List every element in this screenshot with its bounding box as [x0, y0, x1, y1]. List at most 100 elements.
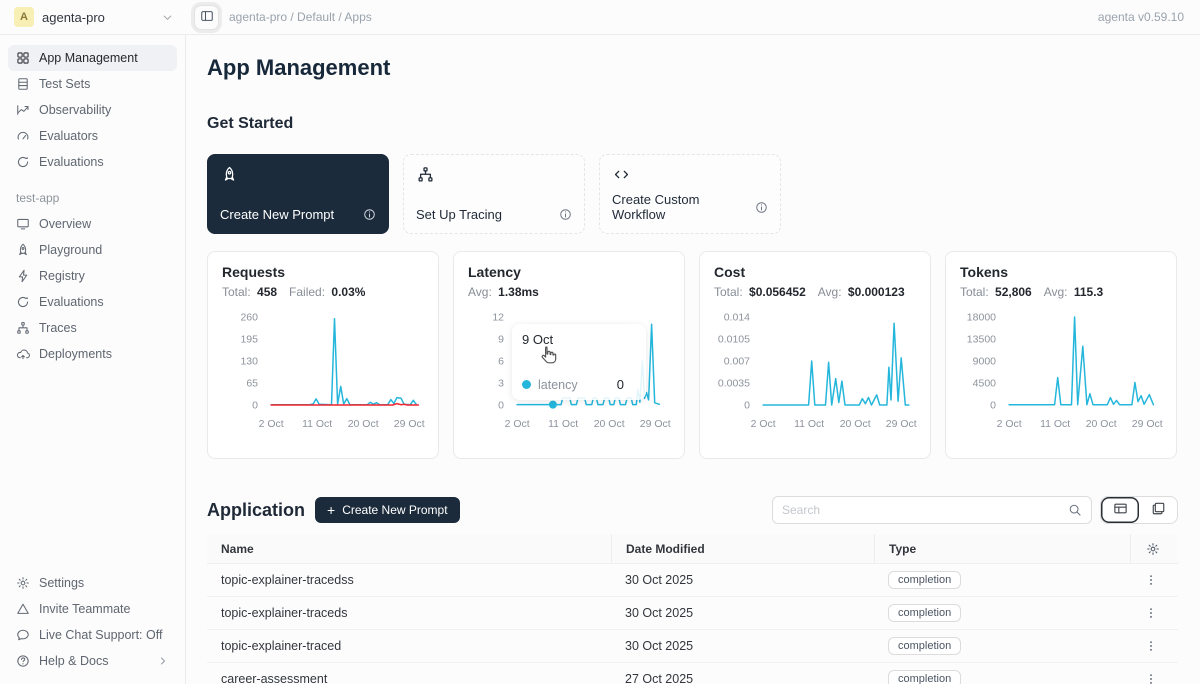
app-name-cell: topic-explainer-traced [207, 639, 611, 653]
chart-title: Cost [714, 264, 916, 280]
sidebar-bottom-item-invite-teammate[interactable]: Invite Teammate [8, 596, 177, 622]
chart-stats: Total: $0.056452 Avg: $0.000123 [714, 285, 916, 299]
table-body: topic-explainer-tracedss30 Oct 2025compl… [207, 564, 1178, 684]
get-started-cards: Create New PromptSet Up TracingCreate Cu… [207, 154, 1178, 234]
app-name-cell: topic-explainer-tracedss [207, 573, 611, 587]
cloud-icon [16, 347, 30, 361]
sidebar-main-item-evaluations[interactable]: Evaluations [8, 149, 177, 175]
sidebar-app-item-evaluations[interactable]: Evaluations [8, 289, 177, 315]
chart-title: Latency [468, 264, 670, 280]
chart-title: Requests [222, 264, 424, 280]
sidebar-app-item-playground[interactable]: Playground [8, 237, 177, 263]
sidebar-app-item-overview[interactable]: Overview [8, 211, 177, 237]
info-icon[interactable] [363, 208, 376, 221]
card-view-icon [1151, 501, 1166, 520]
svg-text:3: 3 [498, 378, 504, 390]
chart-plot-tokens[interactable]: 04500900013500180002 Oct11 Oct20 Oct29 O… [960, 303, 1164, 439]
sidebar-main-nav: App Management Test Sets Observability Eval… [8, 45, 177, 175]
svg-text:29 Oct: 29 Oct [1132, 418, 1163, 430]
top-header: A agenta-pro agenta-pro / Default / Apps… [0, 0, 1200, 35]
chevron-down-icon [161, 11, 174, 24]
table-view-icon [1113, 501, 1128, 520]
sidebar-main-item-observability[interactable]: Observability [8, 97, 177, 123]
page-title: App Management [207, 55, 1178, 81]
svg-text:4500: 4500 [973, 378, 997, 390]
sidebar-main-item-test-sets[interactable]: Test Sets [8, 71, 177, 97]
breadcrumb[interactable]: agenta-pro / Default / Apps [229, 10, 372, 24]
app-name-cell: career-assessment [207, 672, 611, 684]
svg-text:20 Oct: 20 Oct [1086, 418, 1117, 430]
info-icon[interactable] [755, 201, 768, 214]
column-header-type: Type [874, 534, 1130, 563]
svg-text:11 Oct: 11 Oct [548, 418, 578, 430]
sidebar-main-item-evaluators[interactable]: Evaluators [8, 123, 177, 149]
get-started-card-set-up-tracing[interactable]: Set Up Tracing [403, 154, 585, 234]
table-settings-gear-icon[interactable] [1130, 534, 1178, 563]
gear-icon [16, 576, 30, 590]
application-header: Application + Create New Prompt [207, 496, 1178, 524]
chart-stats: Total: 458Failed: 0.03% [222, 285, 424, 299]
sidebar-app-item-registry[interactable]: Registry [8, 263, 177, 289]
search-input[interactable] [782, 503, 1068, 517]
sidebar-app-item-label: Playground [39, 243, 102, 257]
card-view-button[interactable] [1139, 497, 1177, 523]
sidebar-app-item-label: Deployments [39, 347, 112, 361]
chart-plot-cost[interactable]: 00.00350.0070.01050.0142 Oct11 Oct20 Oct… [714, 303, 918, 439]
sidebar-app-section-label: test-app [8, 175, 177, 211]
row-menu-dots-icon[interactable] [1130, 672, 1178, 684]
table-view-button[interactable] [1101, 497, 1139, 523]
svg-text:9: 9 [498, 334, 504, 346]
row-menu-dots-icon[interactable] [1130, 606, 1178, 620]
date-modified-cell: 30 Oct 2025 [611, 573, 874, 587]
workspace-name: agenta-pro [42, 10, 105, 25]
search-icon [1068, 503, 1082, 517]
create-new-prompt-button[interactable]: + Create New Prompt [315, 497, 460, 523]
svg-text:0.0105: 0.0105 [718, 334, 750, 346]
panel-left-icon [200, 9, 214, 26]
type-cell: completion [874, 637, 1130, 655]
svg-text:2 Oct: 2 Oct [997, 418, 1022, 430]
sidebar-main-item-label: Test Sets [39, 77, 90, 91]
triangle-icon [16, 602, 30, 616]
chart-plot-requests[interactable]: 0651301952602 Oct11 Oct20 Oct29 Oct [222, 303, 426, 439]
info-icon[interactable] [559, 208, 572, 221]
sidebar-collapse-button[interactable] [194, 5, 219, 30]
table-row-topic-explainer-traceds[interactable]: topic-explainer-traceds30 Oct 2025comple… [207, 597, 1178, 630]
svg-text:0.0035: 0.0035 [718, 378, 750, 390]
gauge-icon [16, 129, 30, 143]
chart-stat: Avg: $0.000123 [818, 285, 905, 299]
table-row-career-assessment[interactable]: career-assessment27 Oct 2025completion [207, 663, 1178, 684]
table-row-topic-explainer-traced[interactable]: topic-explainer-traced30 Oct 2025complet… [207, 630, 1178, 663]
plus-icon: + [327, 503, 335, 517]
svg-text:0: 0 [990, 400, 996, 412]
workspace-selector[interactable]: A agenta-pro [0, 7, 186, 27]
code-icon [612, 166, 630, 183]
sidebar-app-item-traces[interactable]: Traces [8, 315, 177, 341]
sidebar-bottom-item-settings[interactable]: Settings [8, 570, 177, 596]
sidebar-app-item-deployments[interactable]: Deployments [8, 341, 177, 367]
sidebar-bottom-item-label: Invite Teammate [39, 602, 130, 616]
date-modified-cell: 30 Oct 2025 [611, 606, 874, 620]
get-started-card-create-custom-workflow[interactable]: Create Custom Workflow [599, 154, 781, 234]
sidebar-main-item-label: Evaluators [39, 129, 98, 143]
svg-text:0.014: 0.014 [724, 312, 750, 324]
chart-stats: Avg: 1.38ms [468, 285, 670, 299]
chart-stat: Total: 52,806 [960, 285, 1032, 299]
row-menu-dots-icon[interactable] [1130, 573, 1178, 587]
table-header: NameDate ModifiedType [207, 534, 1178, 564]
table-row-topic-explainer-tracedss[interactable]: topic-explainer-tracedss30 Oct 2025 compl… [207, 564, 1178, 597]
row-menu-dots-icon[interactable] [1130, 639, 1178, 653]
svg-text:20 Oct: 20 Oct [348, 418, 379, 430]
svg-text:260: 260 [240, 312, 258, 324]
workspace-avatar: A [14, 7, 34, 27]
chart-stats: Total: 52,806Avg: 115.3 [960, 285, 1162, 299]
type-badge: completion [888, 571, 961, 589]
get-started-card-create-new-prompt[interactable]: Create New Prompt [207, 154, 389, 234]
sidebar-main-item-app-management[interactable]: App Management [8, 45, 177, 71]
sidebar-bottom-item-live-chat-support-off[interactable]: Live Chat Support: Off [8, 622, 177, 648]
sidebar-bottom-item-help-docs[interactable]: Help & Docs [8, 648, 177, 674]
chart-stat: Total: $0.056452 [714, 285, 806, 299]
tooltip-series-value: 0 [617, 377, 636, 392]
svg-text:65: 65 [246, 378, 258, 390]
series-dot-icon [522, 380, 531, 389]
